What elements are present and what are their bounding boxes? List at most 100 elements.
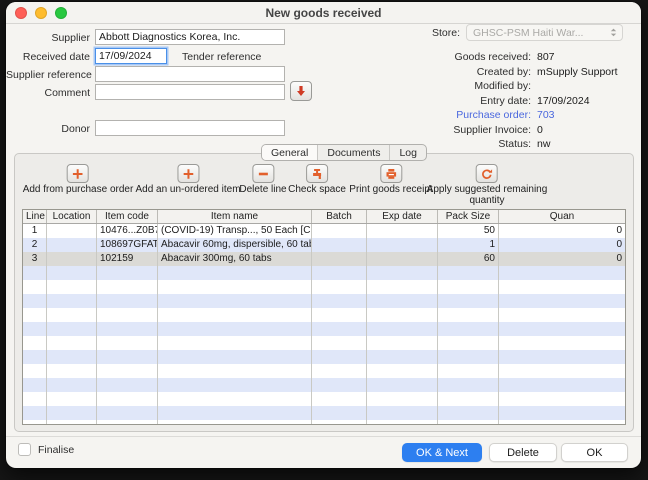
table-row[interactable]: 1 10476...Z0B73(COVID-19) Transp..., 50 E… <box>23 224 625 238</box>
cell-quan <box>499 336 625 350</box>
cell-line <box>23 336 47 350</box>
cell-location <box>47 336 97 350</box>
info-label: Goods received: <box>454 51 531 63</box>
ok-next-button[interactable]: OK & Next <box>402 443 482 462</box>
cell-quan <box>499 280 625 294</box>
empty-table-row <box>23 266 625 280</box>
cell-line <box>23 378 47 392</box>
empty-table-row <box>23 378 625 392</box>
cell-pack-size <box>438 364 499 378</box>
cell-location <box>47 322 97 336</box>
cell-line <box>23 280 47 294</box>
tap-icon-button-face <box>306 164 328 183</box>
cell-item-code <box>97 420 158 424</box>
cell-quan <box>499 266 625 280</box>
toolbar-button-add-an-un-ordered-item[interactable]: Add an un-ordered item <box>135 164 241 196</box>
cell-location <box>47 266 97 280</box>
cell-line <box>23 364 47 378</box>
plus-icon <box>183 168 193 179</box>
toolbar-button-label: Add from purchase order <box>22 184 134 195</box>
cell-pack-size <box>438 322 499 336</box>
info-value: 17/09/2024 <box>537 94 590 107</box>
footer-divider <box>6 436 641 437</box>
cell-quan <box>499 294 625 308</box>
comment-input[interactable] <box>95 84 285 100</box>
empty-table-row <box>23 308 625 322</box>
ok-button[interactable]: OK <box>561 443 628 462</box>
cell-exp-date <box>367 322 438 336</box>
cell-location: Location <box>47 210 97 223</box>
cell-exp-date <box>367 378 438 392</box>
cell-item-code: 108697GFATM <box>97 238 158 252</box>
cell-item-name <box>158 308 312 322</box>
cell-line: Line <box>23 210 47 223</box>
cell-exp-date <box>367 294 438 308</box>
cell-quan <box>499 406 625 420</box>
toolbar-button-label: Delete line <box>239 184 287 195</box>
cell-batch <box>312 406 367 420</box>
store-dropdown[interactable]: GHSC-PSM Haiti War... <box>466 24 623 41</box>
cell-quan: 0 <box>616 239 622 250</box>
table-row[interactable]: 2 108697GFATMAbacavir 60mg, dispersible, … <box>23 238 625 252</box>
plus-icon-button-face <box>67 164 89 183</box>
cell-item-name: (COVID-19) Transp..., 50 Each [Citotest] <box>158 224 312 238</box>
tap-icon <box>313 168 321 179</box>
empty-table-row <box>23 364 625 378</box>
window-titlebar: New goods received <box>6 2 641 24</box>
supplier-reference-input[interactable] <box>95 66 285 82</box>
cell-pack-size <box>438 294 499 308</box>
cell-quan <box>499 420 625 424</box>
minus-icon <box>258 172 268 175</box>
tender-reference-label: Tender reference <box>182 51 262 63</box>
comment-expand-button[interactable] <box>290 81 312 101</box>
new-goods-received-window: New goods received Supplier Received dat… <box>6 2 641 468</box>
toolbar-button-print-goods-receipt[interactable]: Print goods receipt <box>349 164 433 196</box>
cell-quan: 0 <box>616 225 622 236</box>
cell-line <box>23 322 47 336</box>
cell-item-code <box>97 350 158 364</box>
toolbar-button-add-from-purchase-order[interactable]: Add from purchase order <box>22 164 134 196</box>
cell-item-name <box>158 294 312 308</box>
toolbar-button-check-space[interactable]: Check space <box>288 164 346 196</box>
cell-exp-date <box>367 336 438 350</box>
cell-quan <box>499 322 625 336</box>
cell-batch <box>312 308 367 322</box>
cell-location <box>47 308 97 322</box>
table-row[interactable]: 3 102159 Abacavir 300mg, 60 tabs 60 0 <box>23 252 625 266</box>
cell-quan: 0 <box>616 253 622 264</box>
cell-location <box>47 294 97 308</box>
supplier-input[interactable] <box>95 29 285 45</box>
cell-pack-size <box>438 378 499 392</box>
cell-item-code <box>97 308 158 322</box>
cell-exp-date <box>367 392 438 406</box>
info-value: 807 <box>537 51 555 63</box>
toolbar-button-apply-suggested-remaining[interactable]: Apply suggested remaining quantity <box>427 164 547 206</box>
supplier-reference-label: Supplier reference <box>6 69 92 81</box>
delete-button[interactable]: Delete <box>489 443 557 462</box>
cell-batch <box>312 420 367 424</box>
cell-line: 1 <box>23 224 47 238</box>
empty-table-row <box>23 392 625 406</box>
cell-item-code <box>97 336 158 350</box>
cell-item-code: 10476...Z0B73 <box>97 224 158 238</box>
tab-general[interactable]: General <box>262 145 319 160</box>
finalise-checkbox[interactable] <box>18 443 31 456</box>
refresh-icon-button-face <box>475 164 498 183</box>
tab-documents[interactable]: Documents <box>318 145 391 160</box>
cell-batch <box>312 224 367 238</box>
toolbar-button-delete-line[interactable]: Delete line <box>239 164 287 196</box>
cell-pack-size <box>438 420 499 424</box>
info-value: 0 <box>537 123 543 136</box>
tab-log[interactable]: Log <box>390 145 426 160</box>
cell-pack-size <box>438 350 499 364</box>
cell-batch <box>312 294 367 308</box>
cell-item-name: Abacavir 300mg, 60 tabs <box>158 252 312 266</box>
received-date-input[interactable] <box>95 48 167 64</box>
refresh-icon <box>482 168 493 179</box>
donor-input[interactable] <box>95 120 285 136</box>
cell-exp-date <box>367 406 438 420</box>
cell-item-code: 102159 <box>97 252 158 266</box>
comment-label: Comment <box>44 87 90 99</box>
purchase-order-link[interactable]: 703 <box>537 109 555 121</box>
cell-exp-date <box>367 266 438 280</box>
